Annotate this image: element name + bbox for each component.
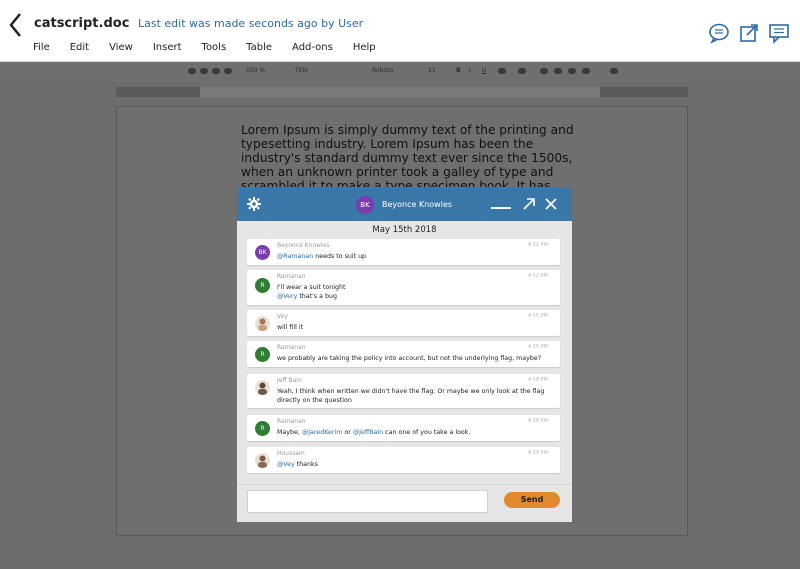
menu-help[interactable]: Help xyxy=(353,42,376,53)
avatar: R xyxy=(255,421,270,436)
align-right-icon[interactable] xyxy=(568,68,576,74)
menu-file[interactable]: File xyxy=(33,42,50,53)
message-body: needs to suit up xyxy=(313,253,367,260)
message-text: I'll wear a suit tonight @Very that's a b… xyxy=(277,283,527,301)
chat-contact-name: Beyonce Knowles xyxy=(382,200,453,209)
menu-insert[interactable]: Insert xyxy=(153,42,182,53)
font-size-select[interactable]: 11 xyxy=(428,67,436,74)
message-body-line2: directly on the question xyxy=(277,397,352,404)
chat-message[interactable]: Houssam 4:59 PM @Vey thanks xyxy=(247,447,560,473)
message-time: 4:52 PM xyxy=(527,273,548,279)
avatar: BK xyxy=(255,245,270,260)
avatar xyxy=(255,453,270,468)
redo-icon[interactable] xyxy=(200,68,208,74)
mention-link[interactable]: @JeffBain xyxy=(353,429,383,436)
menu-bar: File Edit View Insert Tools Table Add-on… xyxy=(33,42,396,53)
text-color-icon[interactable] xyxy=(498,68,506,74)
avatar xyxy=(255,380,270,395)
mention-link[interactable]: @Ramanan xyxy=(277,253,313,260)
zoom-select[interactable]: 100 % xyxy=(246,67,265,74)
minimize-icon[interactable] xyxy=(491,207,511,209)
underline-button[interactable]: U xyxy=(482,67,486,74)
comment-icon[interactable] xyxy=(768,22,790,44)
message-time: 4:59 PM xyxy=(527,450,548,456)
send-button[interactable]: Send xyxy=(504,492,560,508)
message-sender: Vey xyxy=(277,313,288,320)
message-time: 4:58 PM xyxy=(527,418,548,424)
expand-icon[interactable] xyxy=(522,197,536,211)
message-sender: Beyonce Knowles xyxy=(277,242,330,249)
chat-message[interactable]: R Ramanan 4:58 PM Maybe, @JaredKerim or … xyxy=(247,415,560,441)
message-time: 4:55 PM xyxy=(527,344,548,350)
message-time: 4:58 PM xyxy=(527,377,548,383)
chat-bubbles-icon[interactable] xyxy=(708,22,730,44)
mention-link[interactable]: @Vey xyxy=(277,461,295,468)
avatar xyxy=(255,316,270,331)
bold-button[interactable]: B xyxy=(456,67,461,74)
message-sender: Jeff Bain xyxy=(277,377,302,384)
message-text: Maybe, @JaredKerim or @JeffBain can one … xyxy=(277,428,527,437)
menu-addons[interactable]: Add-ons xyxy=(292,42,333,53)
message-text: Yeah, I think when written we didn't hav… xyxy=(277,387,547,405)
chat-footer-divider xyxy=(237,484,572,485)
last-edit-status[interactable]: Last edit was made seconds ago by User xyxy=(138,17,363,30)
menu-edit[interactable]: Edit xyxy=(70,42,89,53)
paint-format-icon[interactable] xyxy=(224,68,232,74)
close-icon[interactable] xyxy=(545,198,557,210)
formatting-toolbar: 100 % Title Roboto 11 B I U xyxy=(0,62,800,82)
link-icon[interactable] xyxy=(518,68,526,74)
document-body-text[interactable]: Lorem Ipsum is simply dummy text of the … xyxy=(241,123,581,187)
message-sender: Ramanan xyxy=(277,273,306,280)
menu-view[interactable]: View xyxy=(109,42,133,53)
message-text: @Ramanan needs to suit up xyxy=(277,252,527,261)
collapse-toolbar-icon[interactable] xyxy=(610,68,618,74)
chat-message[interactable]: R Ramanan 4:52 PM I'll wear a suit tonig… xyxy=(247,270,560,305)
avatar: R xyxy=(255,278,270,293)
style-select[interactable]: Title xyxy=(295,67,308,74)
message-text: @Vey thanks xyxy=(277,460,527,469)
ruler-margin-area xyxy=(200,87,600,97)
avatar: R xyxy=(255,347,270,362)
header-actions xyxy=(708,22,790,44)
message-body-pre: Maybe, xyxy=(277,429,302,436)
gear-icon[interactable] xyxy=(247,197,261,211)
message-time: 4:51 PM xyxy=(527,242,548,248)
print-icon[interactable] xyxy=(212,68,220,74)
menu-table[interactable]: Table xyxy=(246,42,272,53)
font-select[interactable]: Roboto xyxy=(372,67,393,74)
italic-button[interactable]: I xyxy=(469,67,471,74)
document-title: catscript.doc xyxy=(34,16,130,31)
message-text: we probably are taking the policy into a… xyxy=(277,355,542,362)
message-body: Yeah, I think when written we didn't hav… xyxy=(277,388,545,395)
justify-icon[interactable] xyxy=(582,68,590,74)
message-body: can one of you take a look. xyxy=(383,429,471,436)
align-left-icon[interactable] xyxy=(540,68,548,74)
chat-message[interactable]: R Ramanan 4:55 PM we probably are taking… xyxy=(247,341,560,367)
back-arrow-icon[interactable] xyxy=(8,12,24,38)
message-text: will fill it xyxy=(277,324,304,331)
mention-link[interactable]: @Very xyxy=(277,293,297,300)
message-body: thanks xyxy=(294,461,318,468)
chat-message[interactable]: BK Beyonce Knowles 4:51 PM @Ramanan need… xyxy=(247,239,560,265)
message-body-line2: that's a bug xyxy=(297,293,337,300)
message-sender: Houssam xyxy=(277,450,305,457)
message-time: 4:55 PM xyxy=(527,313,548,319)
message-sender: Ramanan xyxy=(277,344,306,351)
menu-tools[interactable]: Tools xyxy=(202,42,227,53)
chat-message[interactable]: Vey 4:55 PM will fill it xyxy=(247,310,560,336)
message-input[interactable] xyxy=(247,490,488,513)
header-avatar: BK xyxy=(356,196,374,214)
chat-window: BK Beyonce Knowles May 15th 2018 BK Beyo… xyxy=(237,188,572,522)
align-center-icon[interactable] xyxy=(554,68,562,74)
app-header: catscript.doc Last edit was made seconds… xyxy=(0,0,800,62)
chat-message[interactable]: Jeff Bain 4:58 PM Yeah, I think when wri… xyxy=(247,374,560,408)
mention-link[interactable]: @JaredKerim xyxy=(302,429,343,436)
message-body-mid: or xyxy=(342,429,353,436)
message-body: I'll wear a suit tonight xyxy=(277,284,346,291)
chat-date-separator: May 15th 2018 xyxy=(372,225,437,235)
chat-header: BK Beyonce Knowles xyxy=(237,188,572,221)
share-icon[interactable] xyxy=(738,22,760,44)
undo-icon[interactable] xyxy=(188,68,196,74)
message-sender: Ramanan xyxy=(277,418,306,425)
